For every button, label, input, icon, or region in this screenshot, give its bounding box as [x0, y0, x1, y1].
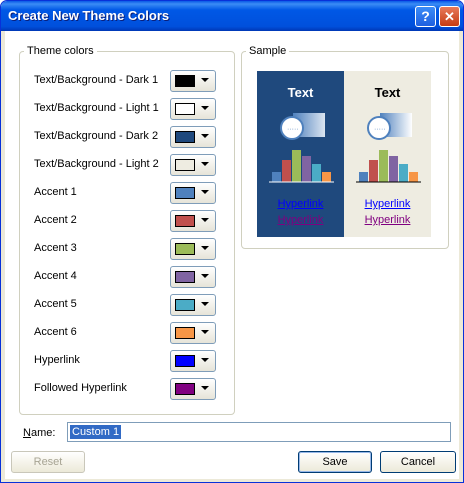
theme-color-label: Accent 1 — [34, 186, 77, 198]
help-button[interactable]: ? — [415, 6, 436, 27]
save-button[interactable]: Save — [298, 451, 372, 473]
name-input[interactable]: Custom 1 — [67, 422, 451, 442]
theme-color-picker-button[interactable] — [170, 238, 216, 260]
sample-light-graphic: ····· — [356, 113, 421, 183]
theme-color-label: Text/Background - Dark 2 — [34, 130, 159, 142]
theme-color-label: Hyperlink — [34, 354, 80, 366]
sample-light-followed-hyperlink[interactable]: Hyperlink — [344, 214, 431, 226]
theme-color-label: Text/Background - Dark 1 — [34, 74, 159, 86]
sample-bar — [389, 156, 398, 182]
theme-color-label: Accent 4 — [34, 270, 77, 282]
color-swatch — [175, 355, 195, 367]
color-swatch — [175, 187, 195, 199]
sample-light-panel: Text ····· Hyperlink Hyperlink — [344, 71, 431, 237]
chevron-down-icon — [201, 386, 209, 390]
sample-dark-graphic: ····· — [269, 113, 334, 183]
chevron-down-icon — [201, 302, 209, 306]
theme-color-picker-button[interactable] — [170, 322, 216, 344]
theme-color-picker-button[interactable] — [170, 98, 216, 120]
theme-color-picker-button[interactable] — [170, 126, 216, 148]
color-swatch — [175, 327, 195, 339]
chevron-down-icon — [201, 134, 209, 138]
sample-bar — [369, 160, 378, 182]
theme-color-picker-button[interactable] — [170, 378, 216, 400]
chevron-down-icon — [201, 246, 209, 250]
cancel-button-label: Cancel — [400, 456, 436, 468]
sample-bar — [312, 164, 321, 182]
sample-dark-bars — [272, 150, 331, 182]
chevron-down-icon — [201, 162, 209, 166]
theme-color-label: Text/Background - Light 2 — [34, 158, 159, 170]
color-swatch — [175, 103, 195, 115]
dialog-body: Theme colors Sample Text ····· Hyperlink… — [5, 31, 459, 479]
question-mark-icon: ? — [421, 8, 430, 24]
theme-color-picker-button[interactable] — [170, 210, 216, 232]
sample-bar — [302, 156, 311, 182]
name-label: Name: — [23, 427, 56, 439]
color-swatch — [175, 215, 195, 227]
chevron-down-icon — [201, 190, 209, 194]
sample-dark-panel: Text ····· Hyperlink Hyperlink — [257, 71, 344, 237]
sample-bar — [409, 172, 418, 182]
sample-bar — [322, 172, 331, 182]
color-swatch — [175, 75, 195, 87]
chevron-down-icon — [201, 274, 209, 278]
sample-dark-followed-hyperlink[interactable]: Hyperlink — [257, 214, 344, 226]
sample-legend: Sample — [249, 45, 287, 57]
theme-color-picker-button[interactable] — [170, 154, 216, 176]
sample-dark-hyperlink[interactable]: Hyperlink — [257, 198, 344, 210]
close-button[interactable]: ✕ — [439, 6, 460, 27]
theme-color-label: Followed Hyperlink — [34, 382, 127, 394]
chevron-down-icon — [201, 358, 209, 362]
sample-bar — [379, 150, 388, 182]
sample-bar — [399, 164, 408, 182]
svg-text:·····: ····· — [287, 126, 299, 133]
reset-button[interactable]: Reset — [11, 451, 85, 473]
theme-color-picker-button[interactable] — [170, 70, 216, 92]
color-swatch — [175, 299, 195, 311]
sample-bar — [282, 160, 291, 182]
svg-text:·····: ····· — [374, 126, 386, 133]
theme-color-label: Accent 3 — [34, 242, 77, 254]
color-swatch — [175, 243, 195, 255]
chevron-down-icon — [201, 78, 209, 82]
close-icon: ✕ — [444, 9, 455, 24]
theme-color-picker-button[interactable] — [170, 350, 216, 372]
chevron-down-icon — [201, 330, 209, 334]
theme-color-label: Accent 2 — [34, 214, 77, 226]
sample-light-hyperlink[interactable]: Hyperlink — [344, 198, 431, 210]
dialog-window: Create New Theme Colors ? ✕ Theme colors… — [0, 0, 464, 483]
sample-bar — [272, 172, 281, 182]
theme-color-label: Text/Background - Light 1 — [34, 102, 159, 114]
theme-color-label: Accent 6 — [34, 326, 77, 338]
theme-color-picker-button[interactable] — [170, 294, 216, 316]
cancel-button[interactable]: Cancel — [380, 451, 456, 473]
theme-color-label: Accent 5 — [34, 298, 77, 310]
sample-light-bars — [359, 150, 418, 182]
title-bar[interactable]: Create New Theme Colors ? ✕ — [1, 1, 463, 31]
chevron-down-icon — [201, 106, 209, 110]
theme-colors-legend: Theme colors — [27, 45, 94, 57]
reset-button-label: Reset — [33, 456, 63, 468]
sample-bar — [292, 150, 301, 182]
sample-bar — [359, 172, 368, 182]
save-button-label: Save — [322, 456, 348, 468]
chevron-down-icon — [201, 218, 209, 222]
window-title: Create New Theme Colors — [8, 8, 170, 23]
color-swatch — [175, 271, 195, 283]
color-swatch — [175, 159, 195, 171]
theme-color-picker-button[interactable] — [170, 266, 216, 288]
name-input-value: Custom 1 — [70, 425, 122, 439]
color-swatch — [175, 131, 195, 143]
theme-color-picker-button[interactable] — [170, 182, 216, 204]
color-swatch — [175, 383, 195, 395]
